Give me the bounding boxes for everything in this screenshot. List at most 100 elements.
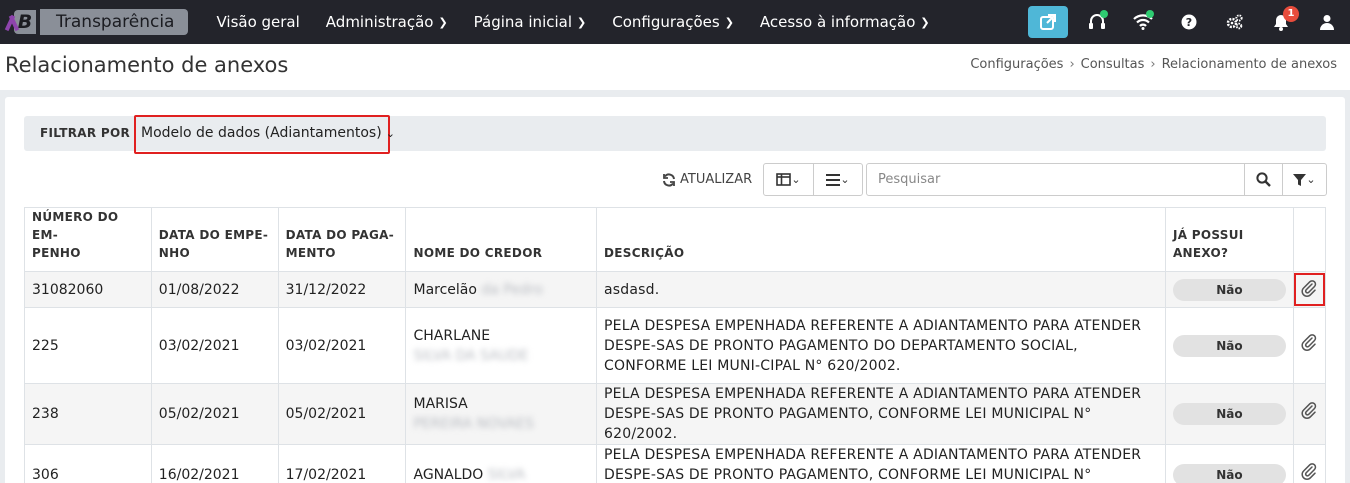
- attachments-table: NÚMERO DO EM- PENHO DATA DO EMPE- NHO DA…: [24, 207, 1327, 483]
- credor-obscured: PEREIRA NOVAES: [413, 416, 534, 432]
- search-button[interactable]: [1244, 164, 1282, 195]
- list-density-button[interactable]: ⌄: [813, 164, 862, 195]
- search-icon: [1256, 172, 1271, 187]
- table-row[interactable]: 306 16/02/2021 17/02/2021 AGNALDO SILVA …: [24, 444, 1327, 483]
- cell-data-empenho: 16/02/2021: [150, 444, 279, 483]
- advanced-filter-button[interactable]: ⌄: [1282, 164, 1326, 195]
- refresh-button[interactable]: ATUALIZAR: [662, 172, 752, 187]
- notification-count-badge: 1: [1283, 6, 1299, 22]
- cell-possui-anexo: Não: [1164, 444, 1294, 483]
- header-label: DATA DO EMPE- NHO: [158, 228, 269, 260]
- paperclip-icon: [1301, 333, 1317, 351]
- credor-obscured: SILVA DA SAUDE: [413, 347, 529, 364]
- settings-button[interactable]: [1220, 7, 1250, 37]
- header-data-pagamento[interactable]: DATA DO PAGA- MENTO: [277, 207, 407, 272]
- header-nome-credor[interactable]: NOME DO CREDOR: [405, 207, 598, 272]
- table-row[interactable]: 238 05/02/2021 05/02/2021 MARISA PEREIRA…: [24, 383, 1327, 445]
- cell-data-pagamento: 17/02/2021: [277, 444, 407, 483]
- header-label: NOME DO CREDOR: [413, 246, 543, 260]
- brand-letter: B: [14, 10, 36, 34]
- chevron-down-icon: ⌄: [1306, 173, 1316, 186]
- filter-selected-value: Modelo de dados (Adiantamentos): [141, 125, 382, 141]
- svg-text:?: ?: [1186, 16, 1192, 29]
- cell-descricao: asdasd.: [596, 271, 1166, 308]
- cell-numero: 225: [24, 307, 152, 384]
- search-box: ⌄: [866, 163, 1327, 196]
- help-button[interactable]: ?: [1174, 7, 1204, 37]
- credor-name: AGNALDO: [413, 467, 484, 483]
- attach-button-highlighted[interactable]: [1293, 273, 1325, 306]
- cell-numero: 238: [24, 383, 152, 445]
- cell-data-empenho: 03/02/2021: [150, 307, 279, 384]
- columns-toggle-button[interactable]: ⌄: [764, 164, 813, 195]
- notifications-button[interactable]: 1: [1266, 6, 1299, 37]
- header-descricao[interactable]: DESCRIÇÃO: [596, 207, 1166, 272]
- attach-button[interactable]: [1301, 402, 1317, 426]
- funnel-icon: [1293, 173, 1307, 186]
- chevron-down-icon: ❯: [577, 15, 587, 29]
- page-title: Relacionamento de anexos: [5, 53, 289, 77]
- chevron-down-icon: ❯: [920, 15, 930, 29]
- nav-visao-geral[interactable]: Visão geral: [216, 13, 299, 31]
- filter-bar: FILTRAR POR Modelo de dados (Adiantament…: [24, 115, 1326, 154]
- cell-possui-anexo: Não: [1164, 383, 1294, 445]
- paperclip-icon: [1301, 463, 1317, 480]
- cell-numero: 31082060: [24, 271, 152, 308]
- anexo-status-badge: Não: [1172, 278, 1286, 301]
- user-icon: [1320, 15, 1334, 30]
- search-input[interactable]: [867, 164, 1244, 195]
- cell-actions: [1292, 383, 1327, 445]
- cell-data-empenho: 01/08/2022: [150, 271, 279, 308]
- attach-button[interactable]: [1301, 463, 1317, 483]
- header-numero-empenho[interactable]: NÚMERO DO EM- PENHO: [24, 207, 152, 272]
- user-menu-button[interactable]: [1312, 7, 1342, 37]
- columns-icon: [776, 173, 792, 186]
- nav-label: Acesso à informação: [759, 13, 916, 31]
- external-link-button[interactable]: [1028, 6, 1068, 38]
- filter-select[interactable]: Modelo de dados (Adiantamentos) ⌄: [134, 115, 395, 154]
- chevron-down-icon: ❯: [438, 15, 448, 29]
- chevron-down-icon: ⌄: [840, 173, 850, 186]
- connection-status-button[interactable]: [1128, 7, 1158, 37]
- breadcrumb: Configurações › Consultas › Relacionamen…: [970, 57, 1337, 72]
- header-data-empenho[interactable]: DATA DO EMPE- NHO: [150, 207, 279, 272]
- nav-label: Configurações: [612, 13, 720, 31]
- credor-name: Marcelão: [413, 281, 477, 298]
- credor-obscured: da Pedro: [481, 281, 543, 298]
- cell-actions: [1292, 271, 1327, 308]
- cell-actions: [1292, 307, 1327, 384]
- cell-descricao: PELA DESPESA EMPENHADA REFERENTE A ADIAN…: [596, 444, 1166, 483]
- nav-label: Administração: [325, 13, 434, 31]
- nav-acesso-informacao[interactable]: Acesso à informação ❯: [760, 13, 930, 31]
- cell-descricao: PELA DESPESA EMPENHADA REFERENTE A ADIAN…: [596, 383, 1166, 445]
- refresh-label: ATUALIZAR: [680, 172, 753, 187]
- cell-possui-anexo: Não: [1164, 271, 1294, 308]
- nav-administracao[interactable]: Administração ❯: [326, 13, 448, 31]
- help-icon: ?: [1181, 14, 1197, 30]
- table-row[interactable]: 31082060 01/08/2022 31/12/2022 Marcelão …: [24, 271, 1327, 308]
- paperclip-icon: [1301, 402, 1317, 419]
- online-indicator: [1146, 10, 1154, 18]
- cell-credor: AGNALDO SILVA: [405, 444, 598, 483]
- header-possui-anexo[interactable]: JÁ POSSUI ANEXO?: [1164, 207, 1294, 272]
- table-row[interactable]: 225 03/02/2021 03/02/2021 CHARLANE SILVA…: [24, 307, 1327, 384]
- header-label: NÚMERO DO EM- PENHO: [32, 210, 119, 260]
- support-button[interactable]: [1082, 7, 1112, 37]
- main-menu: Visão geral Administração ❯ Página inicia…: [216, 13, 955, 31]
- brand-logo[interactable]: B Transparência: [6, 9, 189, 35]
- nav-pagina-inicial[interactable]: Página inicial ❯: [474, 13, 587, 31]
- cell-possui-anexo: Não: [1164, 307, 1294, 384]
- page-header: Relacionamento de anexos Configurações ›…: [0, 44, 1350, 90]
- anexo-status-badge: Não: [1172, 464, 1286, 483]
- breadcrumb-item-consultas[interactable]: Consultas: [1081, 57, 1145, 72]
- nav-configuracoes[interactable]: Configurações ❯: [612, 13, 734, 31]
- attach-button[interactable]: [1301, 333, 1317, 358]
- breadcrumb-item-configuracoes[interactable]: Configurações: [970, 57, 1063, 72]
- cell-data-pagamento: 31/12/2022: [277, 271, 407, 308]
- cell-credor: Marcelão da Pedro: [405, 271, 598, 308]
- online-indicator: [1100, 10, 1108, 18]
- nav-label: Página inicial: [473, 13, 573, 31]
- cell-credor: MARISA PEREIRA NOVAES: [405, 383, 598, 445]
- table-toolbar: ATUALIZAR ⌄ ⌄ ⌄: [5, 163, 1345, 197]
- header-actions: [1292, 207, 1327, 272]
